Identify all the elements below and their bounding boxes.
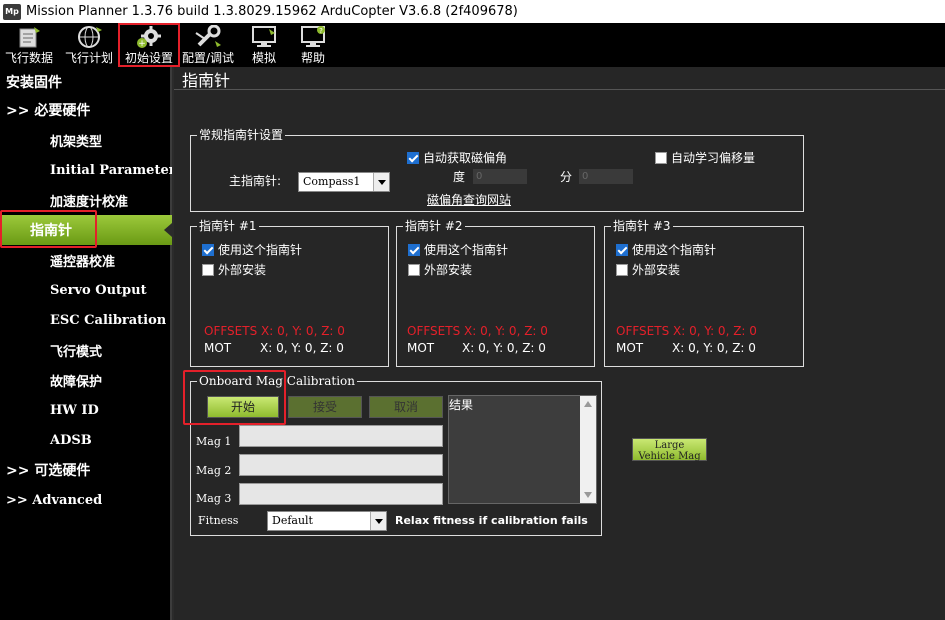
compass-2-mot-values: X: 0, Y: 0, Z: 0 [462,341,546,355]
chevron-down-icon [370,512,386,530]
toolbar-config-tuning-button[interactable]: 配置/调试 [180,23,236,67]
compass-1-use-checkbox[interactable]: 使用这个指南针 [202,241,302,258]
compass-1-group: 指南针 #1 使用这个指南针 外部安装 OFFSETS X: 0, Y: 0, … [190,219,389,367]
compass-3-use-checkbox[interactable]: 使用这个指南针 [616,241,716,258]
compass-2-external-checkbox[interactable]: 外部安装 [408,261,472,278]
sidebar-item-radio-calibration[interactable]: 遥控器校准 [0,245,172,275]
compass-3-title: 指南针 #3 [611,219,673,233]
cancel-calibration-button[interactable]: 取消 [369,396,443,418]
compass-3-external-checkbox[interactable]: 外部安装 [616,261,680,278]
chevron-down-icon [373,173,389,191]
primary-compass-select[interactable]: Compass1 [298,172,390,192]
declination-website-link[interactable]: 磁偏角查询网站 [427,191,511,208]
scroll-up-icon [584,401,592,407]
mag-2-label: Mag 2 [196,464,232,477]
title-divider [174,89,945,90]
checkbox-unchecked-icon [408,263,420,276]
large-vehicle-mag-button[interactable]: Large Vehicle Mag [632,438,707,462]
svg-text:?: ? [319,27,323,35]
results-textarea[interactable]: 结果 [448,395,597,504]
checkbox-unchecked-icon [616,263,628,276]
accept-calibration-button[interactable]: 接受 [288,396,362,418]
globe-icon [78,26,102,48]
onboard-mag-calibration-group: Onboard Mag Calibration 开始 接受 取消 Mag 1 M… [190,374,602,536]
compass-page: 指南针 常规指南针设置 主指南针: Compass1 自动获取磁偏角 度 0 分… [174,67,945,620]
svg-text:+: + [138,39,146,49]
page-title: 指南针 [182,71,231,90]
compass-3-mot-values: X: 0, Y: 0, Z: 0 [672,341,756,355]
onboard-mag-calibration-title: Onboard Mag Calibration [197,374,357,388]
setup-sidebar: 安装固件 >> 必要硬件 机架类型 Initial Parameters 加速度… [0,67,172,620]
toolbar-flight-plan-button[interactable]: 飞行计划 [62,23,116,67]
compass-1-title: 指南针 #1 [197,219,259,233]
window-title: Mission Planner 1.3.76 build 1.3.8029.15… [26,4,518,19]
checkbox-checked-icon [616,243,628,256]
sidebar-item-esc-calibration[interactable]: ESC Calibration [0,305,172,335]
sidebar-item-compass[interactable]: 指南针 [0,215,172,245]
compass-2-offsets: OFFSETS X: 0, Y: 0, Z: 0 [407,324,548,338]
app-logo-icon: Mp [3,3,21,20]
checkbox-checked-icon [408,243,420,256]
sidebar-item-frame-type[interactable]: 机架类型 [0,125,172,155]
checkbox-unchecked-icon [202,263,214,276]
compass-1-external-checkbox[interactable]: 外部安装 [202,261,266,278]
toolbar-help-button[interactable]: ? 帮助 [292,23,334,67]
compass-1-offsets: OFFSETS X: 0, Y: 0, Z: 0 [204,324,345,338]
toolbar-flight-data-button[interactable]: 飞行数据 [2,23,56,67]
compass-2-group: 指南针 #2 使用这个指南针 外部安装 OFFSETS X: 0, Y: 0, … [396,219,595,367]
sidebar-item-install-firmware[interactable]: 安装固件 [0,67,172,97]
toolbar-initial-setup-button[interactable]: + 初始设置 [118,23,180,67]
compass-1-mot-values: X: 0, Y: 0, Z: 0 [260,341,344,355]
checkbox-checked-icon [407,151,419,164]
auto-declination-checkbox[interactable]: 自动获取磁偏角 [407,149,507,166]
compass-2-use-checkbox[interactable]: 使用这个指南针 [408,241,508,258]
mag-1-label: Mag 1 [196,435,232,448]
mag-3-label: Mag 3 [196,492,232,505]
mag-2-progress-field [239,454,443,476]
results-scrollbar[interactable] [580,396,596,503]
compass-2-title: 指南针 #2 [403,219,465,233]
main-toolbar: 飞行数据 飞行计划 + 初始设置 配置/调试 模拟 ? 帮助 [0,23,945,67]
general-compass-group: 常规指南针设置 主指南针: Compass1 自动获取磁偏角 度 0 分 0 磁… [190,128,804,212]
mag-3-progress-field [239,483,443,505]
minute-label: 分 [560,170,573,184]
compass-3-offsets: OFFSETS X: 0, Y: 0, Z: 0 [616,324,757,338]
sidebar-item-failsafe[interactable]: 故障保护 [0,365,172,395]
compass-3-group: 指南针 #3 使用这个指南针 外部安装 OFFSETS X: 0, Y: 0, … [604,219,804,367]
relax-fitness-label: Relax fitness if calibration fails [395,514,588,527]
sidebar-item-mandatory-hardware[interactable]: >> 必要硬件 [0,95,172,125]
start-calibration-button[interactable]: 开始 [207,396,279,418]
results-label: 结果 [449,398,474,412]
scroll-down-icon [584,492,592,498]
primary-compass-label: 主指南针: [229,174,282,188]
compass-1-mot-label: MOT [204,341,232,355]
toolbar-simulation-button[interactable]: 模拟 [244,23,284,67]
sidebar-item-accel-calibration[interactable]: 加速度计校准 [0,185,172,215]
general-compass-title: 常规指南针设置 [197,128,286,142]
checkbox-unchecked-icon [655,151,667,164]
wrench-icon [195,25,221,47]
mag-1-progress-field [239,425,443,447]
checkbox-checked-icon [202,243,214,256]
title-bar: Mp Mission Planner 1.3.76 build 1.3.8029… [0,0,945,23]
help-icon: ? [301,26,325,47]
flight-data-icon [19,27,40,48]
sidebar-item-initial-parameters[interactable]: Initial Parameters [0,155,172,185]
fitness-label: Fitness [198,514,239,527]
sidebar-item-optional-hardware[interactable]: >> 可选硬件 [0,455,172,485]
compass-2-mot-label: MOT [407,341,435,355]
degree-input[interactable]: 0 [473,169,527,184]
compass-3-mot-label: MOT [616,341,644,355]
sidebar-item-hw-id[interactable]: HW ID [0,395,172,425]
sidebar-item-servo-output[interactable]: Servo Output [0,275,172,305]
sidebar-item-flight-modes[interactable]: 飞行模式 [0,335,172,365]
sidebar-item-advanced[interactable]: >> Advanced [0,485,172,515]
setup-gear-icon: + [137,26,161,49]
monitor-icon [252,26,276,47]
auto-learn-offsets-checkbox[interactable]: 自动学习偏移量 [655,149,755,166]
minute-input[interactable]: 0 [579,169,633,184]
degree-label: 度 [453,170,466,184]
fitness-select[interactable]: Default [267,511,387,531]
sidebar-item-adsb[interactable]: ADSB [0,425,172,455]
